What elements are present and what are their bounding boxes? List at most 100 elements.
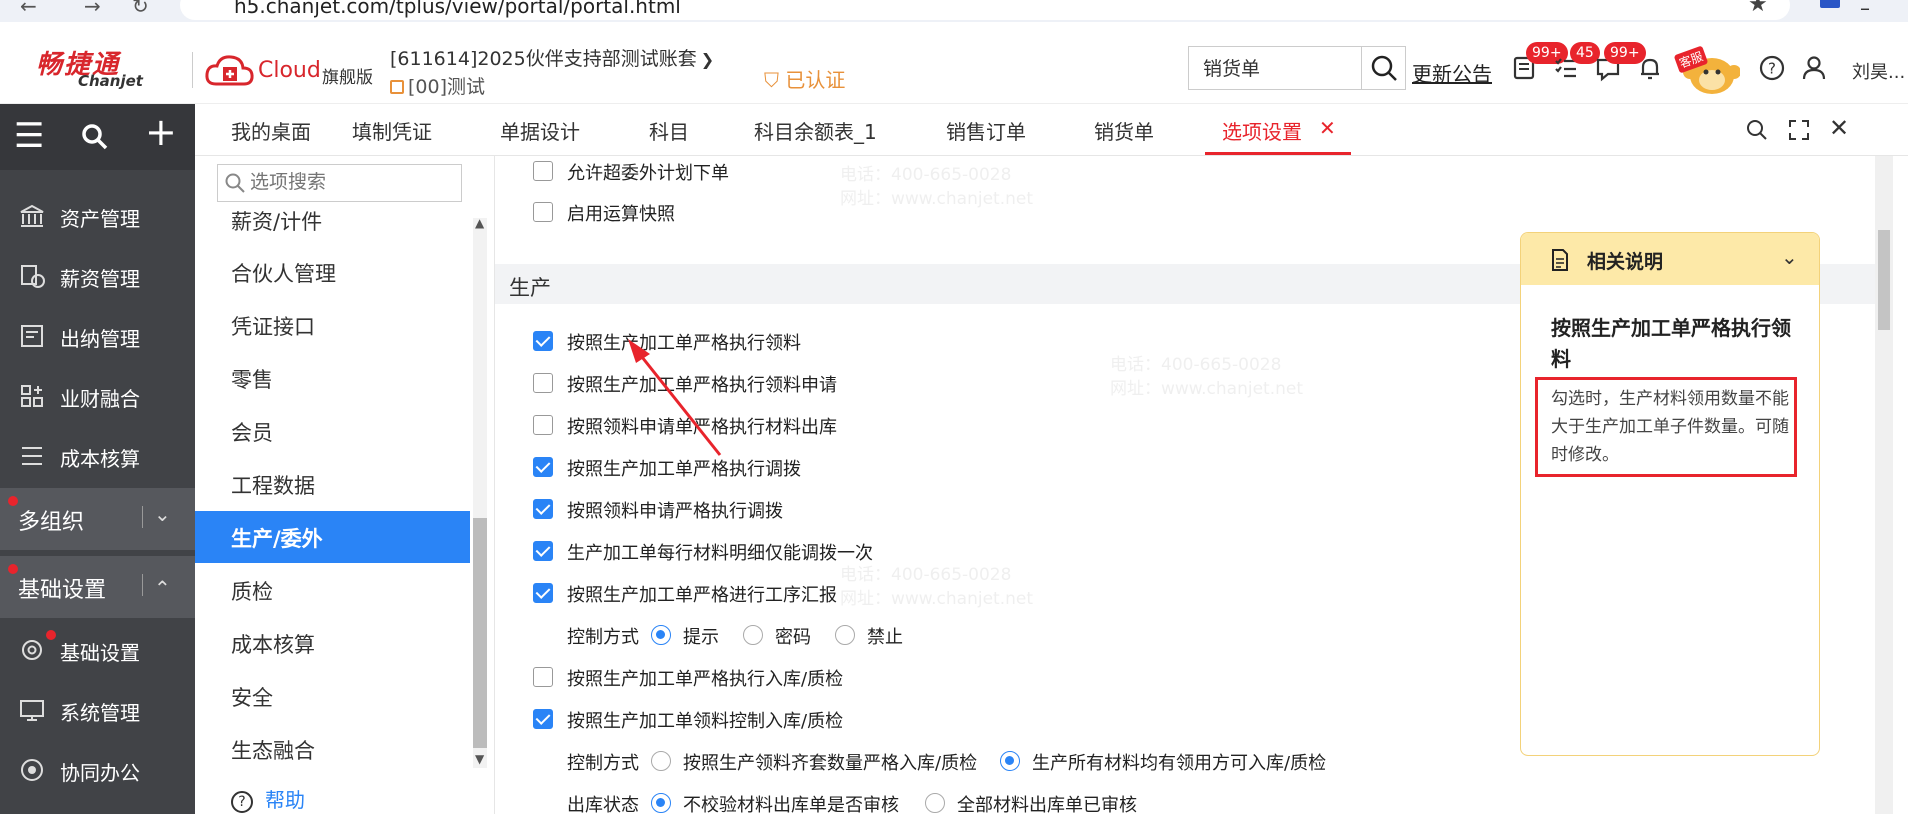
category-item[interactable]: 零售 <box>195 352 470 404</box>
nav-search-icon[interactable] <box>80 122 110 152</box>
checkbox[interactable] <box>533 415 553 435</box>
global-search-box <box>1188 46 1362 90</box>
verified-label: 已认证 <box>785 68 846 92</box>
checkbox-checked[interactable] <box>533 583 553 603</box>
add-icon[interactable]: + <box>145 112 177 152</box>
tab-close-icon[interactable]: ✕ <box>1319 116 1336 140</box>
global-search-input[interactable] <box>1189 47 1349 87</box>
window-minimize-icon[interactable]: – <box>1860 0 1870 20</box>
category-item[interactable]: 工程数据 <box>195 458 470 510</box>
radio-selected[interactable] <box>651 625 671 645</box>
update-notice-link[interactable]: 更新公告 <box>1412 58 1492 87</box>
tab-fill-voucher[interactable]: 填制凭证 <box>352 116 432 145</box>
help-circle-icon[interactable]: ? <box>1758 54 1786 82</box>
tab-my-desktop[interactable]: 我的桌面 <box>231 116 311 145</box>
category-item[interactable]: 安全 <box>195 670 470 722</box>
username[interactable]: 刘昊... <box>1852 58 1905 84</box>
checkbox-checked[interactable] <box>533 709 553 729</box>
explanation-header[interactable]: 相关说明 ⌄ <box>1521 233 1819 285</box>
tab-bar: 我的桌面 填制凭证 单据设计 科目 科目余额表_1 销售订单 销货单 选项设置 … <box>195 104 1908 156</box>
tab-sales-delivery[interactable]: 销货单 <box>1094 116 1154 145</box>
category-item[interactable]: 成本核算 <box>195 617 470 669</box>
chevron-down-icon: ❯ <box>700 50 715 69</box>
category-item[interactable]: 薪资/计件 <box>195 200 470 242</box>
checkbox-checked[interactable] <box>533 541 553 561</box>
category-item[interactable]: 生态融合 <box>195 723 470 775</box>
back-icon[interactable]: ← <box>20 0 37 18</box>
nav-group-multi-org[interactable]: 多组织 ⌄ <box>0 488 195 550</box>
company-selector[interactable]: [00]测试 <box>390 72 485 99</box>
radio-selected[interactable] <box>1000 751 1020 771</box>
nav-item-salary[interactable]: 薪资管理 <box>0 246 195 306</box>
fullscreen-icon[interactable] <box>1787 118 1811 142</box>
tab-sales-order[interactable]: 销售订单 <box>946 116 1026 145</box>
checkbox[interactable] <box>533 161 553 181</box>
search-icon <box>225 173 245 193</box>
nav-item-cashier[interactable]: 出纳管理 <box>0 306 195 366</box>
option-label: 生产加工单每行材料明细仅能调拨一次 <box>567 543 873 564</box>
category-item-active[interactable]: 生产/委外 <box>195 511 470 563</box>
url-text[interactable]: h5.chanjet.com/tplus/view/portal/portal.… <box>234 0 681 18</box>
extension-icon[interactable] <box>1820 0 1840 8</box>
category-label: 会员 <box>231 421 273 445</box>
bell-icon[interactable] <box>1636 54 1664 82</box>
menu-collapse-icon[interactable]: ☰ <box>14 116 44 156</box>
tab-search-icon[interactable] <box>1745 118 1769 142</box>
tab-document-design[interactable]: 单据设计 <box>500 116 580 145</box>
forward-icon[interactable]: → <box>84 0 101 18</box>
collab-icon <box>21 759 43 781</box>
annotation-highlight-box <box>1535 377 1797 477</box>
option-label: 按照生产加工单严格进行工序汇报 <box>567 585 837 606</box>
checkbox-checked[interactable] <box>533 331 553 351</box>
checkbox-checked[interactable] <box>533 457 553 477</box>
option-label: 按照生产加工单严格执行领料申请 <box>567 375 837 396</box>
scroll-down-icon[interactable]: ▼ <box>475 752 484 766</box>
nav-item-label: 业财融合 <box>60 387 140 411</box>
global-search-button[interactable] <box>1362 46 1406 90</box>
account-name: [611614]2025伙伴支持部测试账套 <box>390 48 697 70</box>
header-divider <box>192 52 193 88</box>
tab-option-settings[interactable]: 选项设置 <box>1222 116 1302 145</box>
group-divider <box>142 506 143 528</box>
system-icon <box>20 700 44 721</box>
help-link[interactable]: ? 帮助 <box>231 784 305 813</box>
tab-account[interactable]: 科目 <box>649 116 689 145</box>
scroll-up-icon[interactable]: ▲ <box>475 216 484 230</box>
category-label: 薪资/计件 <box>231 210 323 234</box>
account-selector[interactable]: [611614]2025伙伴支持部测试账套 ❯ <box>390 44 714 71</box>
user-icon[interactable] <box>1800 54 1828 82</box>
close-all-icon[interactable]: ✕ <box>1829 114 1849 142</box>
reload-icon[interactable]: ↻ <box>132 0 149 18</box>
content-scrollbar-thumb[interactable] <box>1878 230 1890 330</box>
tab-account-balance[interactable]: 科目余额表_1 <box>754 116 877 145</box>
category-item[interactable]: 合伙人管理 <box>195 246 470 298</box>
category-item[interactable]: 凭证接口 <box>195 299 470 351</box>
salary-icon <box>21 265 45 288</box>
fusion-icon <box>21 385 43 407</box>
checkbox-checked[interactable] <box>533 499 553 519</box>
radio[interactable] <box>743 625 763 645</box>
category-item[interactable]: 会员 <box>195 405 470 457</box>
nav-group-basic-settings[interactable]: 基础设置 ⌃ <box>0 556 195 618</box>
checkbox[interactable] <box>533 373 553 393</box>
nav-item-label: 薪资管理 <box>60 267 140 291</box>
bookmark-star-icon[interactable]: ★ <box>1748 0 1768 17</box>
nav-item-system[interactable]: 系统管理 <box>0 680 195 740</box>
nav-item-cost[interactable]: 成本核算 <box>0 426 195 486</box>
nav-item-fusion[interactable]: 业财融合 <box>0 366 195 426</box>
nav-item-label: 出纳管理 <box>60 327 140 351</box>
radio-selected[interactable] <box>651 793 671 813</box>
radio[interactable] <box>651 751 671 771</box>
nav-item-collab[interactable]: 协同办公 <box>0 740 195 800</box>
list-icon <box>22 447 42 465</box>
chevron-down-icon[interactable]: ⌄ <box>1781 245 1798 269</box>
checkbox[interactable] <box>533 667 553 687</box>
checkbox[interactable] <box>533 202 553 222</box>
nav-item-assets[interactable]: 资产管理 <box>0 186 195 246</box>
category-item[interactable]: 质检 <box>195 564 470 616</box>
radio[interactable] <box>835 625 855 645</box>
radio[interactable] <box>925 793 945 813</box>
nav-item-basic-settings[interactable]: 基础设置 <box>0 620 195 680</box>
option-search-input[interactable] <box>250 165 460 199</box>
category-scrollbar-thumb[interactable] <box>473 518 487 748</box>
